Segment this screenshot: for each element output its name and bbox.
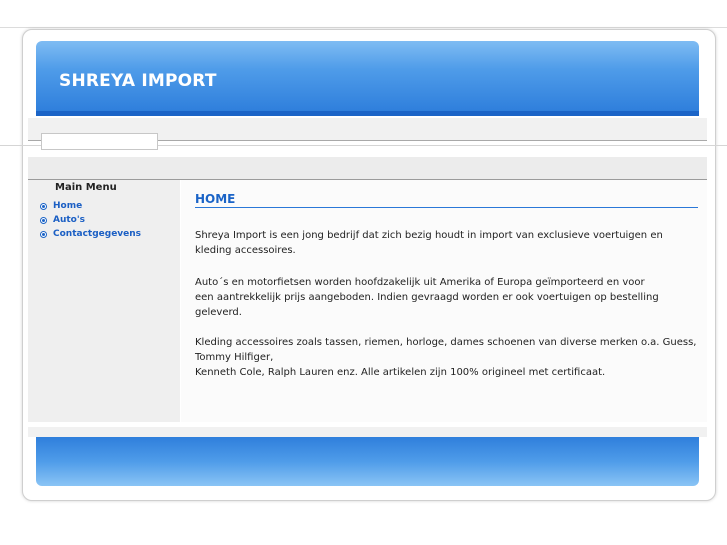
main-menu-title: Main Menu <box>55 182 117 193</box>
menu-item-autos[interactable]: Auto's <box>40 213 141 227</box>
content-top-strip <box>28 157 707 180</box>
clothing-paragraph: Kleding accessoires zoals tassen, riemen… <box>195 335 700 380</box>
menu-link-autos[interactable]: Auto's <box>53 215 85 225</box>
bullet-icon <box>40 230 47 238</box>
page-title: HOME <box>195 192 698 208</box>
paragraph-line: Auto´s en motorfietsen worden hoofdzakel… <box>195 277 645 288</box>
paragraph-line: Shreya Import is een jong bedrijf dat zi… <box>195 230 663 256</box>
footer-strip <box>28 427 707 437</box>
site-title: SHREYA IMPORT <box>59 71 217 91</box>
bullet-icon <box>40 202 47 210</box>
nav-empty-box[interactable] <box>41 133 158 150</box>
menu-item-home[interactable]: Home <box>40 199 141 213</box>
main-content: HOME Shreya Import is een jong bedrijf d… <box>181 180 707 422</box>
menu-item-contact[interactable]: Contactgegevens <box>40 227 141 241</box>
vehicles-paragraph: Auto´s en motorfietsen worden hoofdzakel… <box>195 275 700 320</box>
paragraph-line: Kenneth Cole, Ralph Lauren enz. Alle art… <box>195 367 606 378</box>
top-rule <box>0 27 727 28</box>
bullet-icon <box>40 216 47 224</box>
paragraph-line: een aantrekkelijk prijs aangeboden. Indi… <box>195 292 659 318</box>
site-header: SHREYA IMPORT <box>36 41 699 116</box>
paragraph-line: Kleding accessoires zoals tassen, riemen… <box>195 337 697 363</box>
sidebar: Main Menu Home Auto's Contactgegevens <box>28 180 180 422</box>
menu-link-home[interactable]: Home <box>53 201 82 211</box>
site-footer <box>36 437 699 486</box>
intro-paragraph: Shreya Import is een jong bedrijf dat zi… <box>195 228 700 258</box>
main-menu: Home Auto's Contactgegevens <box>40 199 141 241</box>
menu-link-contact[interactable]: Contactgegevens <box>53 229 141 239</box>
